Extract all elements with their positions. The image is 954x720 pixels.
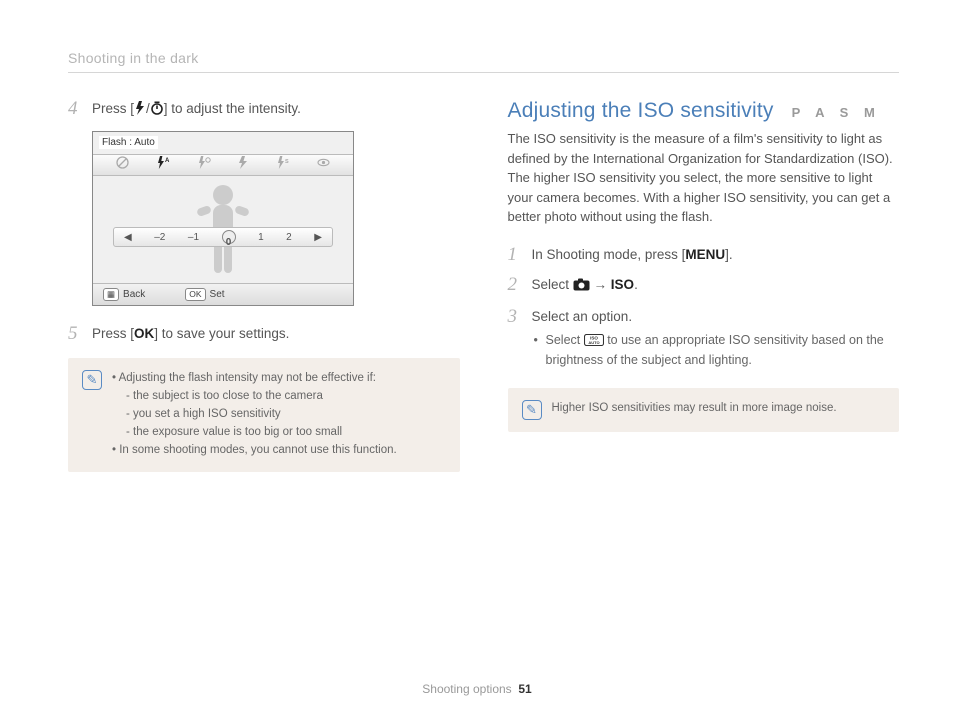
back-hint: ▦Back	[103, 288, 145, 301]
set-hint: OKSet	[185, 288, 224, 301]
step-4: 4 Press [/] to adjust the intensity.	[68, 99, 460, 121]
svg-text:AUTO: AUTO	[588, 340, 599, 345]
tick: 0	[226, 237, 232, 248]
text: ].	[725, 247, 733, 262]
tick: 1	[258, 232, 264, 243]
step-3: 3 Select an option. Select ISOAUTO to us…	[508, 307, 900, 370]
text: Select	[532, 277, 573, 292]
flash-off-icon	[116, 156, 129, 174]
svg-text:A: A	[165, 158, 170, 164]
note-icon: ✎	[82, 370, 102, 390]
flash-icon	[134, 101, 146, 121]
menu-button-icon: ▦	[103, 288, 119, 301]
page-footer: Shooting options 51	[0, 682, 954, 696]
section-description: The ISO sensitivity is the measure of a …	[508, 129, 900, 227]
text: Select an option.	[532, 309, 633, 324]
note-item: the subject is too close to the camera	[112, 388, 397, 406]
camera-icon	[573, 277, 590, 297]
note-text: Higher ISO sensitivities may result in m…	[552, 400, 837, 420]
step-number: 4	[68, 99, 82, 121]
flash-auto-icon: A	[156, 156, 170, 174]
lcd-mode-label: Flash : Auto	[99, 136, 158, 149]
page-number: 51	[518, 682, 531, 696]
flash-slow-icon: S	[276, 156, 290, 174]
iso-label: ISO	[611, 277, 634, 292]
right-column: Adjusting the ISO sensitivity P A S M Th…	[508, 99, 900, 472]
text: In Shooting mode, press [	[532, 247, 686, 262]
lcd-bottom-bar: ▦Back OKSet	[93, 283, 353, 305]
step-body: Press [OK] to save your settings.	[92, 324, 460, 345]
arrow-right-icon: ▶	[314, 232, 322, 243]
arrow-left-icon: ◀	[124, 232, 132, 243]
running-header: Shooting in the dark	[68, 50, 899, 66]
step-1: 1 In Shooting mode, press [MENU].	[508, 245, 900, 266]
tick: 2	[286, 232, 292, 243]
tick: –1	[188, 232, 199, 243]
step-body: Select an option. Select ISOAUTO to use …	[532, 307, 900, 370]
step-number: 3	[508, 307, 522, 370]
step-2: 2 Select → ISO.	[508, 275, 900, 297]
text: Press [	[92, 101, 134, 116]
lcd-screenshot: Flash : Auto A S	[92, 131, 460, 306]
tick: –2	[154, 232, 165, 243]
ok-button-icon: OK	[185, 288, 205, 301]
footer-section: Shooting options	[422, 682, 511, 696]
text: ] to adjust the intensity.	[164, 101, 301, 116]
note-icon: ✎	[522, 400, 542, 420]
step-number: 5	[68, 324, 82, 345]
note-box: ✎ Higher ISO sensitivities may result in…	[508, 388, 900, 432]
lcd-flash-options-bar: A S	[93, 154, 353, 176]
title-text: Adjusting the ISO sensitivity	[508, 99, 774, 123]
step-number: 1	[508, 245, 522, 266]
note-item: In some shooting modes, you cannot use t…	[112, 442, 397, 460]
lcd-person-silhouette: ◀ –2 –1 0 1 2 ▶	[93, 182, 353, 281]
text: ] to save your settings.	[154, 326, 289, 341]
timer-icon	[150, 101, 164, 121]
step-body: In Shooting mode, press [MENU].	[532, 245, 900, 266]
note-box: ✎ Adjusting the flash intensity may not …	[68, 358, 460, 471]
ok-label: OK	[134, 326, 154, 341]
flash-auto-redeye-icon	[197, 156, 211, 174]
note-item: you set a high ISO sensitivity	[112, 406, 397, 424]
left-column: 4 Press [/] to adjust the intensity. Fla…	[68, 99, 460, 472]
svg-text:S: S	[285, 159, 289, 165]
redeye-icon	[317, 156, 330, 174]
step-body: Press [/] to adjust the intensity.	[92, 99, 460, 121]
flash-fill-icon	[237, 156, 249, 174]
lcd-intensity-slider: ◀ –2 –1 0 1 2 ▶	[113, 227, 333, 247]
menu-label: MENU	[685, 247, 725, 262]
note-item: Adjusting the flash intensity may not be…	[112, 370, 397, 388]
step-body: Select → ISO.	[532, 275, 900, 297]
text: →	[590, 277, 611, 292]
text: Press [	[92, 326, 134, 341]
step-5: 5 Press [OK] to save your settings.	[68, 324, 460, 345]
text: .	[634, 277, 638, 292]
step-number: 2	[508, 275, 522, 297]
iso-auto-icon: ISOAUTO	[584, 333, 604, 352]
step-sub-bullet: Select ISOAUTO to use an appropriate ISO…	[532, 331, 900, 371]
note-list: Adjusting the flash intensity may not be…	[112, 370, 397, 459]
section-title: Adjusting the ISO sensitivity P A S M	[508, 99, 900, 123]
note-item: the exposure value is too big or too sma…	[112, 424, 397, 442]
mode-badges: P A S M	[792, 105, 881, 120]
text: Select	[546, 333, 584, 347]
header-divider	[68, 72, 899, 73]
